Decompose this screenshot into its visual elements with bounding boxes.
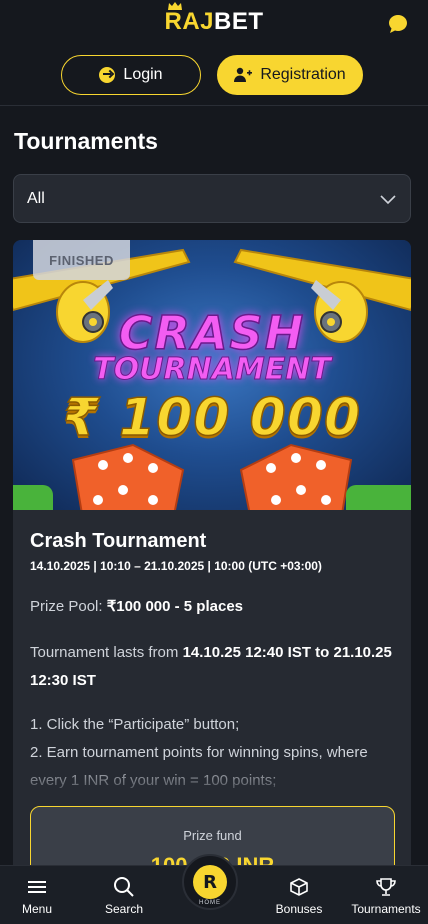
tournament-banner[interactable]: CRASH TOURNAMENT ₹ 100 000 FINISHED	[13, 240, 411, 510]
banner-prize-amount: ₹ 100 000	[62, 387, 362, 449]
tournament-duration-text: Tournament lasts from 14.10.25 12:40 IST…	[30, 639, 395, 695]
prize-pool-label: Prize Pool:	[30, 598, 107, 615]
tournament-filter-select[interactable]: All	[13, 174, 411, 223]
content-fade	[13, 760, 411, 800]
prize-pool-text: Prize Pool: ₹100 000 - 5 places	[30, 597, 395, 615]
duration-label: Tournament lasts from	[30, 644, 183, 661]
menu-icon	[28, 881, 46, 893]
login-label: Login	[123, 66, 163, 83]
rajbet-logo[interactable]: RAJBET	[0, 2, 428, 36]
tournament-card[interactable]: CRASH TOURNAMENT ₹ 100 000 FINISHED Cras…	[13, 240, 411, 924]
top-header: RAJBET Login Registration	[0, 0, 428, 106]
login-icon	[99, 67, 116, 83]
crown-icon	[168, 2, 182, 10]
banner-title-tournament: TOURNAMENT	[93, 352, 332, 388]
nav-home-label: HOME	[199, 900, 221, 906]
chevron-down-icon	[380, 195, 396, 205]
bottom-navigation: Menu Search R HOME Bonuses Tournaments	[0, 854, 428, 924]
search-icon	[114, 877, 134, 897]
registration-label: Registration	[260, 66, 346, 83]
tournament-dates: 14.10.2025 | 10:10 – 21.10.2025 | 10:00 …	[30, 559, 322, 573]
nav-bonuses-label: Bonuses	[275, 902, 323, 916]
logo-bet: BET	[214, 8, 264, 35]
nav-search-label: Search	[104, 902, 144, 916]
status-badge: FINISHED	[33, 240, 130, 280]
dice-right-illustration	[239, 443, 411, 510]
nav-home[interactable]: R HOME	[182, 854, 238, 910]
nav-menu-label: Menu	[21, 902, 53, 916]
chat-icon[interactable]	[388, 14, 408, 34]
logo-raj: RAJ	[164, 8, 214, 35]
nav-search[interactable]: Search	[84, 876, 164, 916]
login-button[interactable]: Login	[61, 55, 201, 95]
registration-button[interactable]: Registration	[217, 55, 363, 95]
nav-menu[interactable]: Menu	[0, 876, 77, 916]
nav-bonuses[interactable]: Bonuses	[259, 876, 339, 916]
tournament-details: Crash Tournament 14.10.2025 | 10:10 – 21…	[30, 530, 395, 795]
nav-tournaments-label: Tournaments	[351, 902, 421, 916]
add-user-icon	[234, 67, 253, 82]
trophy-icon	[376, 878, 396, 896]
nav-tournaments[interactable]: Tournaments	[346, 876, 426, 916]
filter-selected-value: All	[27, 189, 45, 207]
rule-item: 1. Click the “Participate” button;	[30, 716, 240, 733]
prize-pool-value: ₹100 000 - 5 places	[106, 598, 244, 615]
home-logo-icon: R	[193, 865, 227, 899]
dice-left-illustration	[13, 443, 185, 510]
page-title: Tournaments	[14, 128, 158, 154]
tournament-name: Crash Tournament	[30, 530, 207, 552]
prize-fund-label: Prize fund	[183, 828, 242, 843]
gift-icon	[290, 878, 308, 896]
